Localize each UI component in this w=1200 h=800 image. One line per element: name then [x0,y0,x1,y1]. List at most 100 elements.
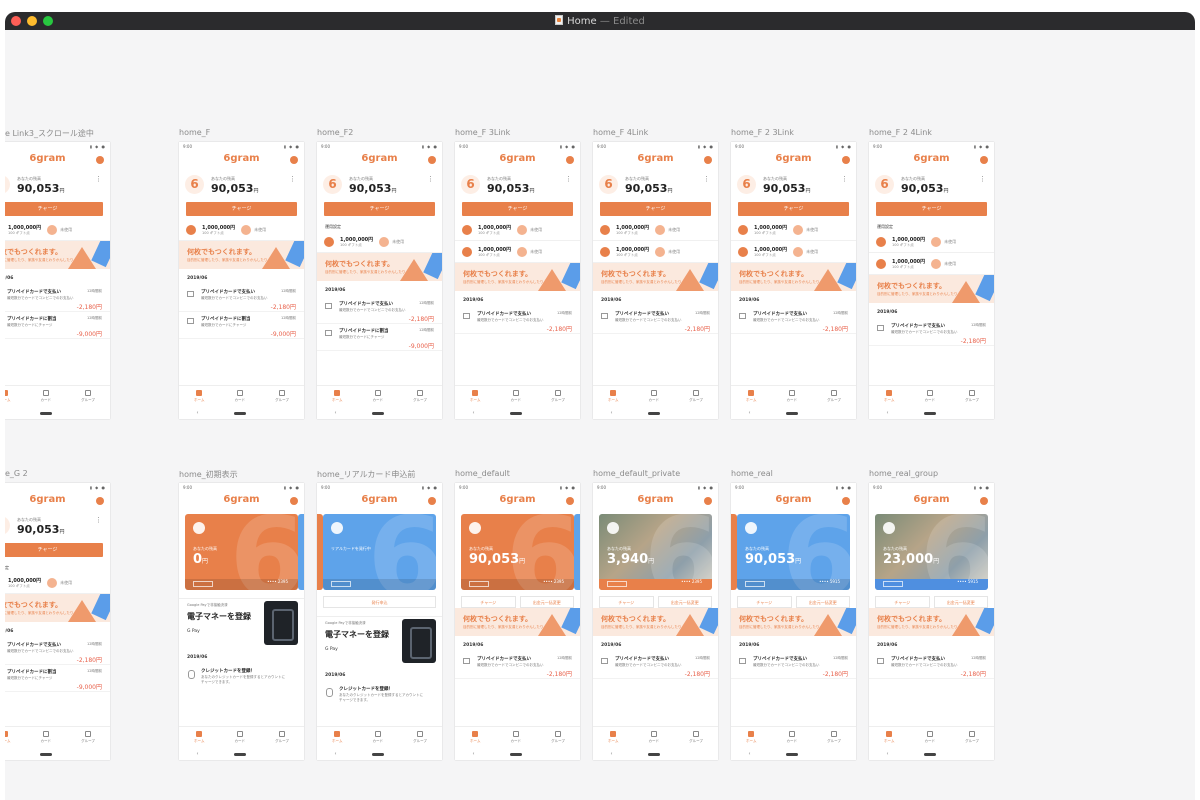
tab-group[interactable]: グループ [413,731,427,744]
tab-group[interactable]: グループ [689,390,703,403]
wallet-card[interactable]: 6 あなたの残高 23,000円 •••• 5915 [875,514,988,590]
artboard-label[interactable]: e_G 2 [5,469,28,478]
charge-button[interactable]: チャージ [599,596,654,608]
back-icon[interactable]: ‹ [197,751,199,757]
wallet-row[interactable]: 1,000,000円 100 ギフト点 未使用 [179,219,304,241]
unused-button[interactable]: 未使用 [931,258,956,269]
tab-group[interactable]: グループ [413,390,427,403]
more-menu-icon[interactable]: ⋮ [427,175,434,183]
promo-banner[interactable]: 何枚でもつくれます。目的別に管理したり、家族や友達とわりかんしたり [455,263,580,291]
promo-banner[interactable]: 何枚でもつくれます。目的別に管理したり、家族や友達とわりかんしたり [5,594,110,622]
artboard-label[interactable]: home_F 4Link [593,128,648,137]
home-pill-icon[interactable] [647,411,660,415]
transaction-row[interactable]: プリペイドカードに割当 最短数分でカードにチャージ 12時間前 -9,000円 [5,665,110,692]
tab-card[interactable]: カード [649,731,659,744]
tab-card[interactable]: カード [41,390,51,403]
tab-card[interactable]: カード [925,731,935,744]
tab-group[interactable]: グループ [551,731,565,744]
tab-group[interactable]: グループ [965,390,979,403]
tab-group[interactable]: グループ [965,731,979,744]
wallet-card[interactable]: 6 あなたの残高 0円 •••• 2395 [185,514,298,590]
artboard-label[interactable]: home_F 3Link [455,128,510,137]
back-icon[interactable]: ‹ [197,410,199,416]
home-pill-icon[interactable] [371,752,384,756]
tab-home[interactable]: ホーム [470,731,480,744]
artboard-a3[interactable]: 9:00 ▮ ◆ ● 6gram 6 あなたの残高 90,053円 ⋮ チャージ 運用設定 1,0… [317,142,442,419]
more-menu-icon[interactable]: ⋮ [95,175,102,183]
artboard-label[interactable]: home_F 2 3Link [731,128,794,137]
withdraw-source-button[interactable]: 出金元一括変更 [933,596,988,608]
charge-button[interactable]: チャージ [876,202,987,216]
home-pill-icon[interactable] [785,411,798,415]
home-pill-icon[interactable] [923,411,936,415]
charge-button[interactable]: チャージ [738,202,849,216]
back-icon[interactable]: ‹ [749,751,751,757]
artboard-b3[interactable]: 9:00 ▮ ◆ ● 6gram 6 リアルカードを発行中 発行申込 Google Payで… [317,483,442,760]
profile-icon[interactable] [566,497,574,505]
home-pill-icon[interactable] [39,411,52,415]
back-icon[interactable]: ‹ [473,751,475,757]
artboard-label[interactable]: home_F 2 4Link [869,128,932,137]
back-icon[interactable]: ‹ [473,410,475,416]
unused-button[interactable]: 未使用 [931,236,956,247]
wallet-row[interactable]: 1,000,000円 100 ギフト点 未使用 [5,572,110,594]
unused-button[interactable]: 未使用 [241,224,266,235]
google-pay-banner[interactable]: Google Payで非接触決済 電子マネーを登録 G Pay [179,598,304,648]
artboard-a4[interactable]: 9:00 ▮ ◆ ● 6gram 6 あなたの残高 90,053円 ⋮ チャージ 1,000,0… [455,142,580,419]
artboard-b5[interactable]: 9:00 ▮ ◆ ● 6gram 6 あなたの残高 3,940円 •••• 2395 チャージ… [593,483,718,760]
charge-button[interactable]: チャージ [5,543,103,557]
artboard-a5[interactable]: 9:00 ▮ ◆ ● 6gram 6 あなたの残高 90,053円 ⋮ チャージ 1,000,0… [593,142,718,419]
charge-button[interactable]: チャージ [186,202,297,216]
unused-button[interactable]: 未使用 [655,224,680,235]
artboard-label[interactable]: home_初期表示 [179,469,238,480]
tab-card[interactable]: カード [41,731,51,744]
promo-banner[interactable]: 何枚でもつくれます。目的別に管理したり、家族や友達とわりかんしたり [593,608,718,636]
tab-home[interactable]: ホーム [746,731,756,744]
artboard-label[interactable]: home_F2 [317,128,353,137]
transaction-row[interactable]: プリペイドカードで支払い 最短数分でカードでコンビニでのお支払い 12時間前 -2,1… [593,652,718,679]
charge-button[interactable]: チャージ [875,596,930,608]
profile-icon[interactable] [704,156,712,164]
design-canvas[interactable]: e Link3_スクロール途中9:00▮ ◆ ●6gram6あなたの残高90,0… [5,30,1195,800]
artboard-a1[interactable]: 9:00▮ ◆ ●6gram6あなたの残高90,053円⋮チャージ1,000,0… [5,142,110,419]
artboard-a2[interactable]: 9:00 ▮ ◆ ● 6gram 6 あなたの残高 90,053円 ⋮ チャージ 1,000,0… [179,142,304,419]
wallet-row[interactable]: 1,000,000円 100 ギフト点 未使用 [455,219,580,241]
artboard-a7[interactable]: 9:00 ▮ ◆ ● 6gram 6 あなたの残高 90,053円 ⋮ チャージ 運用設定 1,0… [869,142,994,419]
charge-button[interactable]: チャージ [324,202,435,216]
artboard-b7[interactable]: 9:00 ▮ ◆ ● 6gram 6 あなたの残高 23,000円 •••• 5915 チャー… [869,483,994,760]
transaction-row[interactable]: プリペイドカードで支払い 最短数分でカードでコンビニでのお支払い 12時間前 -2,1… [455,307,580,334]
wallet-row[interactable]: 1,000,000円 100 ギフト点 未使用 [869,231,994,253]
tab-home[interactable]: ホーム [608,731,618,744]
tab-group[interactable]: グループ [275,731,289,744]
profile-icon[interactable] [428,497,436,505]
profile-icon[interactable] [980,497,988,505]
promo-banner[interactable]: 何枚でもつくれます。目的別に管理したり、家族や友達とわりかんしたり [455,608,580,636]
charge-button[interactable]: チャージ [600,202,711,216]
more-menu-icon[interactable]: ⋮ [979,175,986,183]
profile-icon[interactable] [96,156,104,164]
tab-card[interactable]: カード [925,390,935,403]
tab-home[interactable]: ホーム [884,390,894,403]
tab-card[interactable]: カード [373,390,383,403]
tab-card[interactable]: カード [235,731,245,744]
promo-banner[interactable]: 何枚でもつくれます。目的別に管理したり、家族や友達とわりかんしたり [731,263,856,291]
more-menu-icon[interactable]: ⋮ [95,516,102,524]
wallet-row[interactable]: 1,000,000円 100 ギフト点 未使用 [455,241,580,263]
register-credit-card[interactable]: クレジットカードを登録！ あなたのクレジットカードを登録するとアカウントにチャージ… [179,664,304,692]
back-icon[interactable]: ‹ [749,410,751,416]
withdraw-source-button[interactable]: 出金元一括変更 [657,596,712,608]
promo-banner[interactable]: 何枚でもつくれます。目的別に管理したり、家族や友達とわりかんしたり [317,253,442,281]
next-card-peek[interactable] [298,514,304,590]
unused-button[interactable]: 未使用 [47,577,72,588]
home-pill-icon[interactable] [233,752,246,756]
wallet-row[interactable]: 1,000,000円 100 ギフト点 未使用 [593,219,718,241]
transaction-row[interactable]: プリペイドカードで支払い 最短数分でカードでコンビニでのお支払い 12時間前 -2,1… [593,307,718,334]
tab-card[interactable]: カード [787,390,797,403]
transaction-row[interactable]: プリペイドカードに割当 最短数分でカードにチャージ 12時間前 -9,000円 [179,312,304,339]
transaction-row[interactable]: プリペイドカードで支払い 最短数分でカードでコンビニでのお支払い 12時間前 -2,1… [731,652,856,679]
promo-banner[interactable]: 何枚でもつくれます。目的別に管理したり、家族や友達とわりかんしたり [731,608,856,636]
tab-home[interactable]: ホーム [194,390,204,403]
transaction-row[interactable]: プリペイドカードで支払い 最短数分でカードでコンビニでのお支払い 12時間前 -2,1… [869,652,994,679]
artboard-label[interactable]: home_default_private [593,469,680,478]
tab-home[interactable]: ホーム [332,731,342,744]
